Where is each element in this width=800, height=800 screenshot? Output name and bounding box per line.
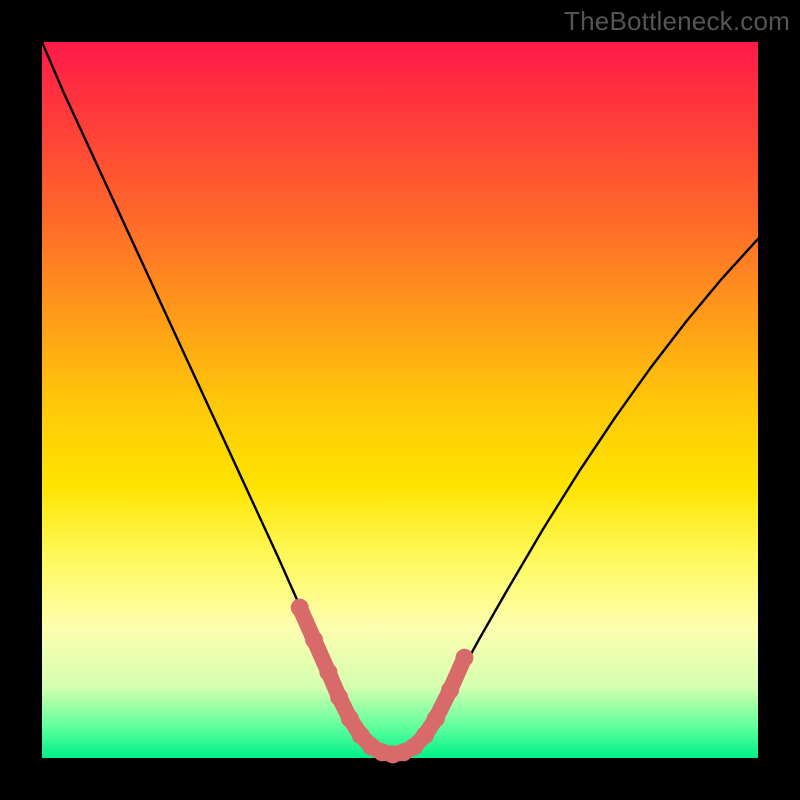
plot-area — [42, 42, 758, 758]
highlight-dot — [319, 663, 337, 681]
highlight-dot — [441, 681, 459, 699]
highlight-dot — [455, 649, 473, 667]
highlight-segment — [300, 608, 465, 755]
highlight-dot — [416, 726, 434, 744]
curve-svg — [42, 42, 758, 758]
watermark-text: TheBottleneck.com — [564, 6, 790, 37]
chart-frame: TheBottleneck.com — [0, 0, 800, 800]
highlight-dot — [291, 599, 309, 617]
highlight-dot — [341, 710, 359, 728]
bottleneck-curve — [42, 42, 758, 754]
highlight-dot — [305, 631, 323, 649]
highlight-dot — [427, 710, 445, 728]
highlight-dot — [330, 688, 348, 706]
